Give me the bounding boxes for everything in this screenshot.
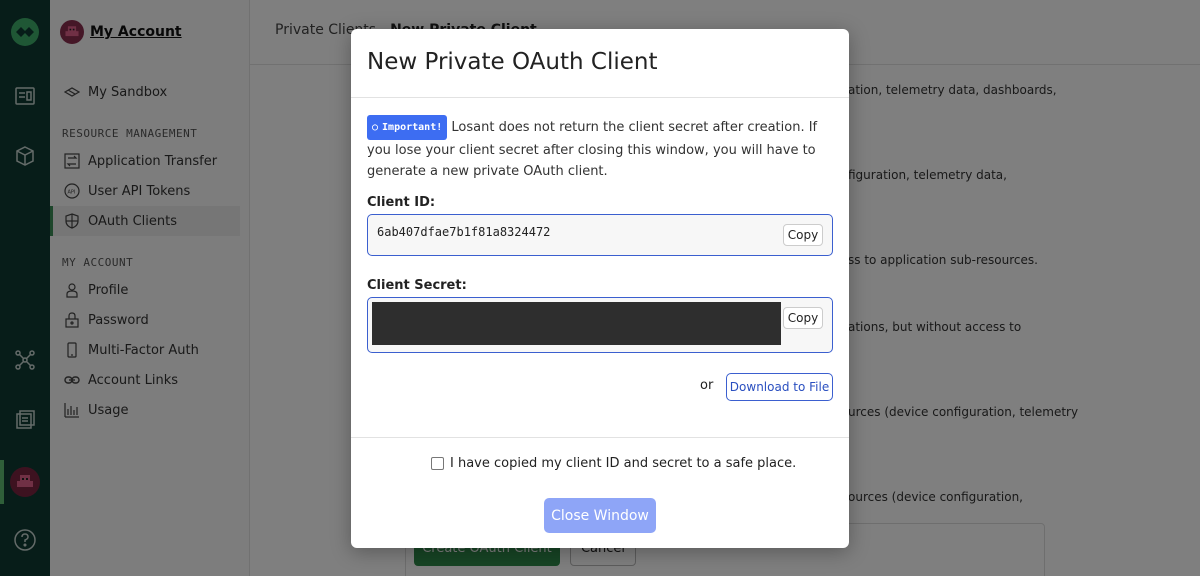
important-notice: ○ Important! Losant does not return the c… xyxy=(367,115,835,182)
new-client-modal: New Private OAuth Client ○ Important! Los… xyxy=(351,29,849,548)
client-id-label: Client ID: xyxy=(367,195,436,210)
client-secret-field[interactable]: Copy xyxy=(367,297,833,353)
modal-footer-divider xyxy=(351,437,849,438)
modal-header-divider xyxy=(351,97,849,98)
client-secret-redacted xyxy=(372,302,781,345)
copied-checkbox-label: I have copied my client ID and secret to… xyxy=(450,456,797,471)
copied-confirmation[interactable]: I have copied my client ID and secret to… xyxy=(431,456,796,471)
client-id-value[interactable]: 6ab407dfae7b1f81a8324472 xyxy=(377,225,550,239)
close-window-button[interactable]: Close Window xyxy=(544,498,656,533)
important-badge-label: Important! xyxy=(382,122,443,133)
important-badge: ○ Important! xyxy=(367,115,448,140)
client-id-field[interactable]: 6ab407dfae7b1f81a8324472 Copy xyxy=(367,214,833,256)
modal-title: New Private OAuth Client xyxy=(367,49,658,75)
copied-checkbox[interactable] xyxy=(431,457,444,470)
client-secret-label: Client Secret: xyxy=(367,278,467,293)
copy-client-id-button[interactable]: Copy xyxy=(783,224,823,246)
info-icon: ○ xyxy=(372,122,379,133)
download-to-file-button[interactable]: Download to File xyxy=(726,373,833,401)
copy-client-secret-button[interactable]: Copy xyxy=(783,307,823,329)
or-label: or xyxy=(700,378,714,393)
